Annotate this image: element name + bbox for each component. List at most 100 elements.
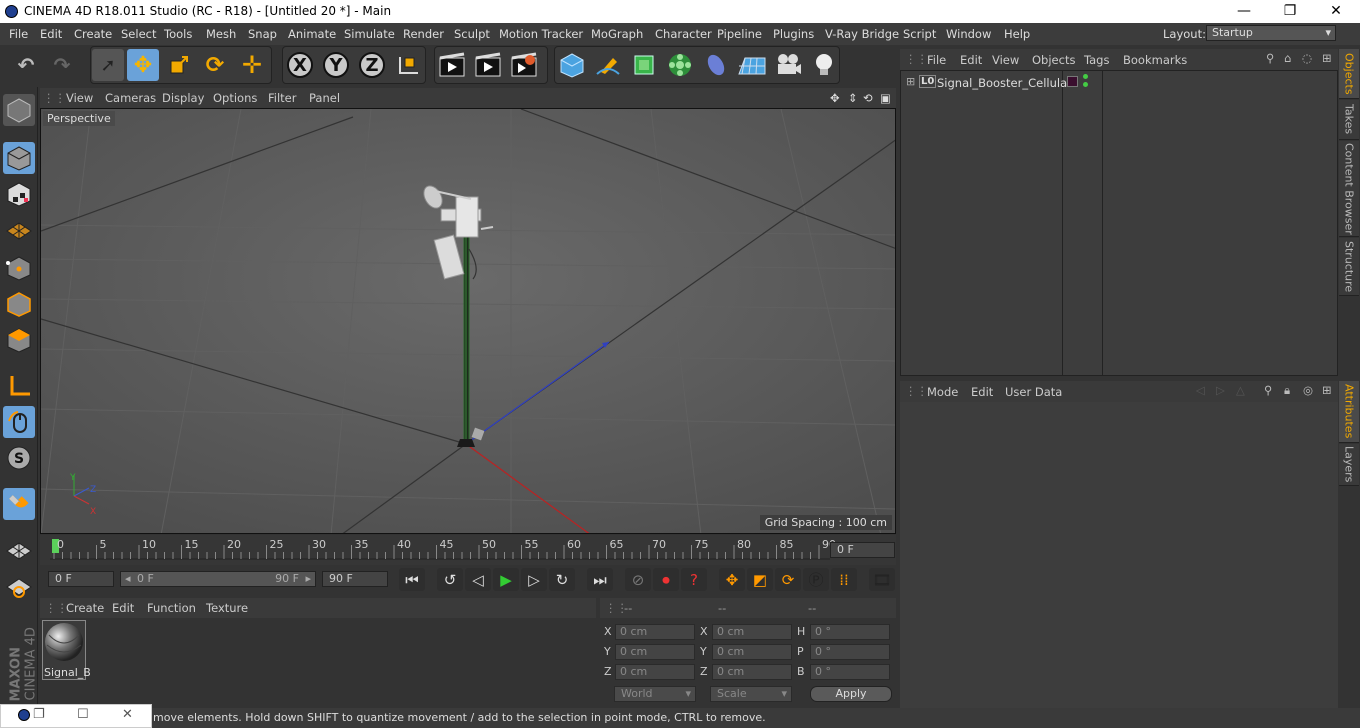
menu-render[interactable]: Render <box>403 27 444 41</box>
deformer-button[interactable] <box>700 49 732 81</box>
workplane-align-button[interactable] <box>3 570 35 602</box>
pan-icon[interactable]: ✥ <box>830 91 840 105</box>
editor-visibility-dot[interactable] <box>1083 74 1088 79</box>
menu-snap[interactable]: Snap <box>248 27 277 41</box>
keyframe-selection-button[interactable]: ? <box>681 568 707 591</box>
layout-select[interactable]: Startup ▾ <box>1206 25 1336 41</box>
minimized-window[interactable]: ❐ ☐ ✕ <box>0 704 152 728</box>
close-icon[interactable]: ✕ <box>122 707 133 722</box>
play-button[interactable]: ▶ <box>493 568 519 591</box>
recent-tool-button[interactable]: ✛ <box>236 49 268 81</box>
model-mode-button[interactable] <box>3 142 35 174</box>
object-name[interactable]: Signal_Booster_Cellular <box>937 76 1072 90</box>
menu-mesh[interactable]: Mesh <box>206 27 236 41</box>
tab-structure[interactable]: Structure <box>1339 238 1359 296</box>
points-mode-button[interactable] <box>3 252 35 284</box>
material-menu-function[interactable]: Function <box>147 601 196 615</box>
render-picture-viewer-button[interactable] <box>472 49 504 81</box>
size-y-field[interactable]: 0 cm <box>712 644 792 660</box>
tab-attributes[interactable]: Attributes <box>1339 381 1359 443</box>
frame-range-slider[interactable]: ◂ 0 F 90 F ▸ <box>120 571 316 587</box>
key-parameter-button[interactable]: Ⓟ <box>803 568 829 591</box>
expand-icon[interactable]: ⊞ <box>906 75 915 88</box>
subdivision-button[interactable] <box>628 49 660 81</box>
object-menu-bookmarks[interactable]: Bookmarks <box>1123 53 1187 67</box>
menu-character[interactable]: Character <box>655 27 712 41</box>
zoom-arrows-icon[interactable]: ⇕ <box>848 91 858 105</box>
key-position-button[interactable]: ✥ <box>719 568 745 591</box>
attribute-menu-mode[interactable]: Mode <box>927 385 958 399</box>
coordinate-mode-select[interactable]: World ▾ <box>614 686 696 702</box>
goto-end-button[interactable]: ⏭ <box>587 568 613 591</box>
viewport-menu-panel[interactable]: Panel <box>309 91 340 105</box>
material-swatch[interactable]: Signal_B <box>42 620 91 680</box>
material-menu-edit[interactable]: Edit <box>112 601 134 615</box>
size-mode-select[interactable]: Scale ▾ <box>710 686 792 702</box>
size-x-field[interactable]: 0 cm <box>712 624 792 640</box>
menu-simulate[interactable]: Simulate <box>344 27 395 41</box>
menu-file[interactable]: File <box>9 27 28 41</box>
menu-help[interactable]: Help <box>1004 27 1030 41</box>
light-button[interactable] <box>808 49 840 81</box>
floor-button[interactable] <box>736 49 768 81</box>
object-row[interactable]: ⊞ L0 Signal_Booster_Cellular <box>901 73 1337 91</box>
rot-b-field[interactable]: 0 ° <box>810 664 890 680</box>
restore-icon[interactable]: ❐ <box>33 707 45 722</box>
menu-window[interactable]: Window <box>946 27 991 41</box>
render-view-button[interactable] <box>436 49 468 81</box>
end-frame-field[interactable]: 90 F <box>322 571 388 587</box>
solo-button[interactable]: S <box>3 442 35 474</box>
redo-button[interactable]: ↷ <box>46 49 78 81</box>
menu-edit[interactable]: Edit <box>40 27 62 41</box>
timeline-window-button[interactable]: 🎞 <box>869 568 895 591</box>
menu-vray-bridge[interactable]: V-Ray Bridge <box>825 27 899 41</box>
menu-motion-tracker[interactable]: Motion Tracker <box>499 27 583 41</box>
current-frame-field[interactable]: 0 F <box>830 542 895 558</box>
cloner-button[interactable] <box>664 49 696 81</box>
menu-animate[interactable]: Animate <box>288 27 336 41</box>
next-key-button[interactable]: ↻ <box>549 568 575 591</box>
tab-content-browser[interactable]: Content Browser <box>1339 141 1359 237</box>
object-menu-tags[interactable]: Tags <box>1084 53 1109 67</box>
menu-select[interactable]: Select <box>121 27 156 41</box>
rotate-tool-button[interactable]: ⟳ <box>199 49 231 81</box>
timeline-ruler[interactable]: 0 5 10 15 20 25 30 35 40 45 50 55 60 65 70 75 80 85 90 0 F <box>40 535 896 565</box>
key-rotation-button[interactable]: ⟳ <box>775 568 801 591</box>
apply-button[interactable]: Apply <box>810 686 892 702</box>
layer-color-swatch[interactable] <box>1067 76 1078 87</box>
tweak-mode-button[interactable] <box>3 406 35 438</box>
pos-z-field[interactable]: 0 cm <box>615 664 695 680</box>
render-settings-button[interactable] <box>508 49 540 81</box>
tab-objects[interactable]: Objects <box>1339 49 1359 99</box>
size-z-field[interactable]: 0 cm <box>712 664 792 680</box>
undo-button[interactable]: ↶ <box>10 49 42 81</box>
z-axis-button[interactable]: Z <box>356 49 388 81</box>
orbit-icon[interactable]: ⟲ <box>863 91 873 105</box>
camera-button[interactable] <box>772 49 804 81</box>
close-button[interactable]: ✕ <box>1313 0 1359 23</box>
object-menu-edit[interactable]: Edit <box>960 53 982 67</box>
maximize-button[interactable]: ❐ <box>1267 0 1313 23</box>
snap-button[interactable] <box>3 488 35 520</box>
object-menu-file[interactable]: File <box>927 53 946 67</box>
arrow-right-icon[interactable]: △ <box>1236 383 1245 397</box>
menu-create[interactable]: Create <box>74 27 112 41</box>
cube-button[interactable] <box>556 49 588 81</box>
menu-mograph[interactable]: MoGraph <box>591 27 643 41</box>
render-visibility-dot[interactable] <box>1083 82 1088 87</box>
start-frame-field[interactable]: 0 F <box>48 571 114 587</box>
coordinate-system-button[interactable] <box>392 49 424 81</box>
object-menu-view[interactable]: View <box>992 53 1019 67</box>
menu-sculpt[interactable]: Sculpt <box>454 27 490 41</box>
polygons-mode-button[interactable] <box>3 324 35 356</box>
y-axis-button[interactable]: Y <box>320 49 352 81</box>
goto-start-button[interactable]: ⏮ <box>399 568 425 591</box>
prev-frame-button[interactable]: ◁ <box>465 568 491 591</box>
back-icon[interactable]: ◌ <box>1302 51 1312 65</box>
rot-p-field[interactable]: 0 ° <box>810 644 890 660</box>
prev-key-button[interactable]: ↺ <box>437 568 463 591</box>
record-keys-button[interactable]: ⊘ <box>625 568 651 591</box>
attribute-menu-edit[interactable]: Edit <box>971 385 993 399</box>
move-tool-button[interactable]: ✥ <box>127 49 159 81</box>
minimize-button[interactable]: — <box>1221 0 1267 23</box>
